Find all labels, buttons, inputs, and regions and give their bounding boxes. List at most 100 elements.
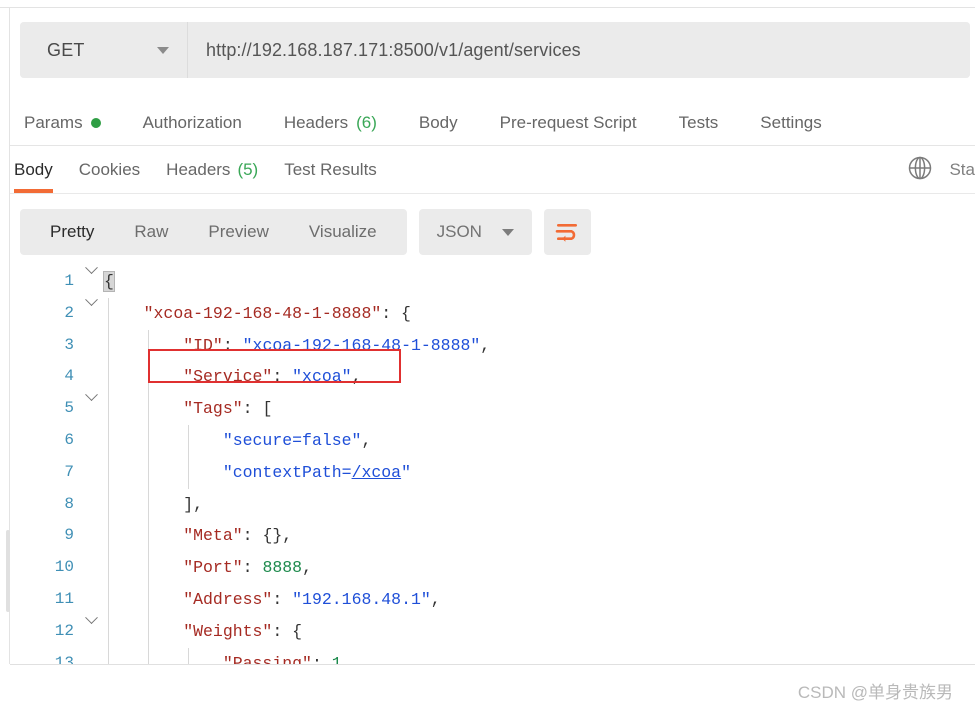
request-tab-pre-request-script[interactable]: Pre-request Script (500, 113, 637, 133)
response-tab-label: Body (14, 160, 53, 179)
response-tab-headers[interactable]: Headers (5) (166, 147, 258, 193)
line-number: 8 (64, 494, 74, 513)
request-tab-label: Headers (283, 112, 349, 132)
code-row: 5 "Tags": [ (10, 388, 975, 425)
code-token: { (103, 271, 115, 292)
bottom-divider (10, 664, 975, 665)
code-token: "192.168.48.1" (292, 589, 431, 609)
view-button-raw[interactable]: Raw (114, 209, 188, 255)
code-token: "Address" (183, 589, 273, 609)
chevron-down-icon (157, 46, 169, 54)
line-number: 4 (64, 367, 74, 386)
url-input[interactable]: http://192.168.187.171:8500/v1/agent/ser… (188, 22, 970, 78)
request-tab-authorization[interactable]: Authorization (143, 113, 242, 133)
word-wrap-icon (556, 224, 578, 242)
request-tab-bar: Params Authorization Headers (6) Body Pr… (10, 100, 975, 146)
code-token: 8888 (262, 558, 303, 578)
code-token: "Meta" (183, 526, 243, 546)
code-text: "Service": "xcoa", (183, 367, 362, 387)
code-row: 12 "Weights": { (10, 611, 975, 648)
line-number: 3 (64, 335, 74, 354)
code-lines: 1 { 2 "xcoa-192-168-48-1-8888": { 3 "ID"… (10, 266, 975, 664)
params-modified-dot-icon (90, 117, 101, 128)
code-text: "Meta": {}, (183, 526, 293, 546)
response-tab-bar: Body Cookies Headers (5) Test Results St… (10, 147, 975, 194)
code-row: 3 "ID": "xcoa-192-168-48-1-8888", (10, 329, 975, 362)
response-view-group: Pretty Raw Preview Visualize (20, 209, 407, 255)
code-text: "xcoa-192-168-48-1-8888": { (102, 298, 975, 330)
response-tab-label: Cookies (78, 160, 141, 179)
request-url-bar: GET http://192.168.187.171:8500/v1/agent… (20, 22, 970, 78)
code-token: "contextPath= (222, 462, 352, 482)
request-tab-headers[interactable]: Headers (6) (284, 113, 377, 133)
response-body-editor[interactable]: 1 { 2 "xcoa-192-168-48-1-8888": { 3 "ID"… (10, 266, 975, 664)
http-method-selector[interactable]: GET (20, 22, 188, 78)
request-tab-label: Settings (760, 112, 822, 132)
globe-icon[interactable] (907, 155, 933, 186)
code-token: "Service" (183, 367, 273, 387)
code-token: {} (262, 526, 283, 546)
code-token: "xcoa-192-168-48-1-8888" (143, 303, 382, 323)
code-token: : { (272, 621, 303, 641)
response-meta-group: Sta (907, 147, 975, 193)
code-text: "ID": "xcoa-192-168-48-1-8888", (183, 335, 491, 355)
code-token: "Tags" (183, 399, 243, 419)
postman-response-screen: GET http://192.168.187.171:8500/v1/agent… (0, 0, 975, 711)
line-number: 1 (64, 272, 74, 290)
code-row: 10 "Port": 8888, (10, 552, 975, 584)
line-number: 5 (64, 399, 74, 418)
request-tab-settings[interactable]: Settings (760, 113, 821, 133)
code-text: "Tags": [ (102, 393, 975, 425)
view-button-visualize[interactable]: Visualize (289, 209, 397, 255)
response-tab-label: Headers (166, 160, 231, 179)
code-token: 1 (331, 653, 342, 664)
line-number: 12 (54, 621, 74, 640)
http-method-label: GET (47, 39, 85, 60)
line-number: 13 (54, 653, 74, 664)
response-tab-test-results[interactable]: Test Results (284, 147, 377, 193)
code-row: 2 "xcoa-192-168-48-1-8888": { (10, 293, 975, 330)
fold-toggle-icon[interactable] (80, 388, 102, 402)
view-button-preview[interactable]: Preview (188, 209, 288, 255)
code-token: " (401, 462, 411, 482)
request-tab-label: Pre-request Script (499, 112, 637, 132)
request-tab-tests[interactable]: Tests (679, 113, 719, 133)
chevron-down-icon (501, 228, 514, 236)
fold-toggle-icon[interactable] (80, 293, 102, 307)
fold-toggle-icon[interactable] (80, 611, 102, 625)
watermark-text: CSDN @单身贵族男 (797, 683, 953, 702)
line-number: 11 (54, 589, 74, 608)
request-headers-count: (6) (356, 112, 377, 132)
response-tab-body[interactable]: Body (14, 147, 53, 193)
response-tab-cookies[interactable]: Cookies (79, 147, 140, 193)
line-number: 6 (64, 430, 74, 449)
content-type-selector[interactable]: JSON (418, 209, 532, 255)
line-number: 7 (64, 462, 74, 481)
code-link[interactable]: /xcoa (352, 463, 402, 482)
line-number: 9 (64, 526, 74, 545)
code-text: "Address": "192.168.48.1", (183, 589, 441, 609)
content-type-label: JSON (436, 222, 482, 241)
code-token: "xcoa-192-168-48-1-8888" (242, 335, 481, 355)
code-token: : { (381, 303, 411, 323)
code-row: 1 { (10, 266, 975, 298)
fold-toggle-icon[interactable] (80, 266, 102, 275)
code-token: : [ (242, 399, 273, 419)
word-wrap-button[interactable] (543, 209, 591, 255)
request-tab-label: Body (418, 112, 458, 132)
code-row: 8 ], (10, 488, 975, 521)
code-token: ], (183, 494, 204, 514)
code-text: "Port": 8888, (183, 558, 312, 578)
response-headers-count: (5) (237, 160, 259, 179)
code-text: "contextPath=/xcoa" (102, 457, 975, 489)
code-token: "Weights" (183, 621, 273, 641)
request-tab-params[interactable]: Params (24, 113, 101, 133)
view-button-pretty[interactable]: Pretty (30, 209, 114, 255)
top-divider (0, 7, 975, 8)
request-tab-label: Tests (678, 112, 719, 132)
line-number: 2 (64, 303, 74, 322)
code-text: ], (102, 489, 975, 521)
code-token: "ID" (183, 335, 223, 355)
code-token: "Port" (183, 558, 243, 578)
request-tab-body[interactable]: Body (419, 113, 458, 133)
